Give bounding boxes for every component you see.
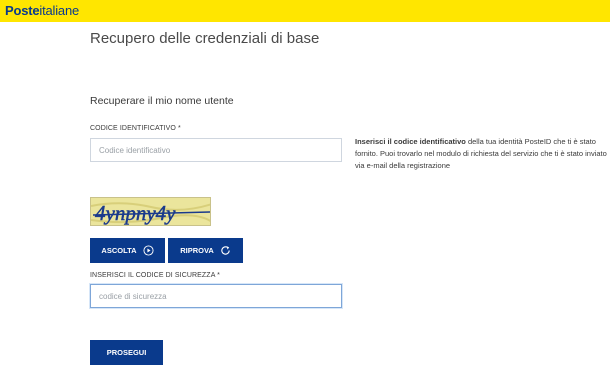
logo-regular-text: italiane (39, 3, 80, 18)
captcha-image: 4ynpny4y (90, 197, 211, 226)
refresh-icon (221, 246, 230, 255)
page-title: Recupero delle credenziali di base (90, 30, 320, 47)
section-title: Recuperare il mio nome utente (90, 95, 234, 107)
poste-italiane-logo[interactable]: Posteitaliane (5, 3, 79, 19)
top-bar: Posteitaliane (0, 0, 610, 22)
help-text: Inserisci il codice identificativo della… (355, 136, 610, 172)
retry-button[interactable]: RIPROVA (168, 238, 243, 263)
listen-button-label: ASCOLTA (101, 246, 137, 255)
captcha-graphic: 4ynpny4y (91, 198, 210, 225)
help-text-bold: Inserisci il codice identificativo (355, 137, 466, 146)
submit-button[interactable]: PROSEGUI (90, 340, 163, 365)
retry-button-label: RIPROVA (180, 246, 214, 255)
play-circle-icon (143, 245, 154, 256)
logo-bold-text: Poste (5, 3, 40, 18)
code-field-label: CODICE IDENTIFICATIVO * (90, 125, 181, 132)
security-code-input[interactable] (90, 284, 342, 308)
security-code-label: INSERISCI IL CODICE DI SICUREZZA * (90, 272, 220, 279)
code-input[interactable] (90, 138, 342, 162)
listen-button[interactable]: ASCOLTA (90, 238, 165, 263)
submit-button-label: PROSEGUI (106, 348, 147, 357)
